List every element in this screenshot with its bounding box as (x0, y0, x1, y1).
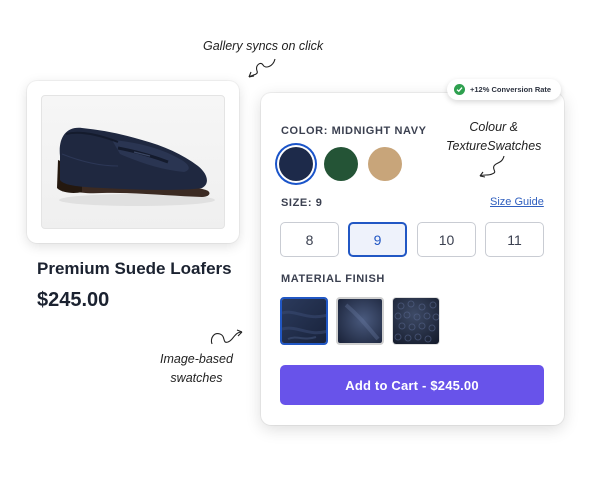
image-swatches-annotation: Image-based swatches (160, 350, 233, 388)
gallery-arrow-icon (248, 58, 276, 78)
product-options-mockup: Gallery syncs on click Premium Suede Loa… (0, 0, 603, 490)
color-label: COLOR: MIDNIGHT NAVY (281, 125, 427, 137)
color-swatch-navy[interactable] (279, 147, 313, 181)
color-swatch-green[interactable] (324, 147, 358, 181)
material-swatch-suede[interactable] (280, 297, 328, 345)
size-label: SIZE: 9 (281, 197, 323, 209)
image-swatches-arrow-icon (210, 329, 243, 345)
image-swatches-annotation-line1: Image-based (160, 352, 233, 366)
colour-texture-annotation: Colour & TextureSwatches (446, 118, 541, 156)
image-swatches-annotation-line2: swatches (170, 371, 223, 385)
material-swatch-velvet[interactable] (336, 297, 384, 345)
add-to-cart-button[interactable]: Add to Cart - $245.00 (280, 365, 544, 405)
size-option-9[interactable]: 9 (348, 222, 407, 257)
check-circle-icon (454, 84, 465, 95)
conversion-badge: +12% Conversion Rate (447, 79, 562, 100)
material-label: MATERIAL FINISH (281, 273, 385, 285)
size-option-11[interactable]: 11 (485, 222, 544, 257)
product-image-card[interactable] (27, 81, 239, 243)
product-price: $245.00 (37, 289, 110, 311)
conversion-badge-text: +12% Conversion Rate (470, 85, 552, 94)
size-option-10[interactable]: 10 (417, 222, 476, 257)
color-swatch-tan[interactable] (368, 147, 402, 181)
material-swatch-pebbled-leather[interactable] (392, 297, 440, 345)
colour-arrow-icon (479, 155, 505, 178)
gallery-annotation: Gallery syncs on click (203, 39, 324, 53)
product-title: Premium Suede Loafers (37, 259, 232, 278)
size-option-8[interactable]: 8 (280, 222, 339, 257)
colour-annotation-line1: Colour & (469, 120, 519, 134)
size-guide-link[interactable]: Size Guide (490, 196, 544, 208)
product-image[interactable] (41, 95, 225, 229)
